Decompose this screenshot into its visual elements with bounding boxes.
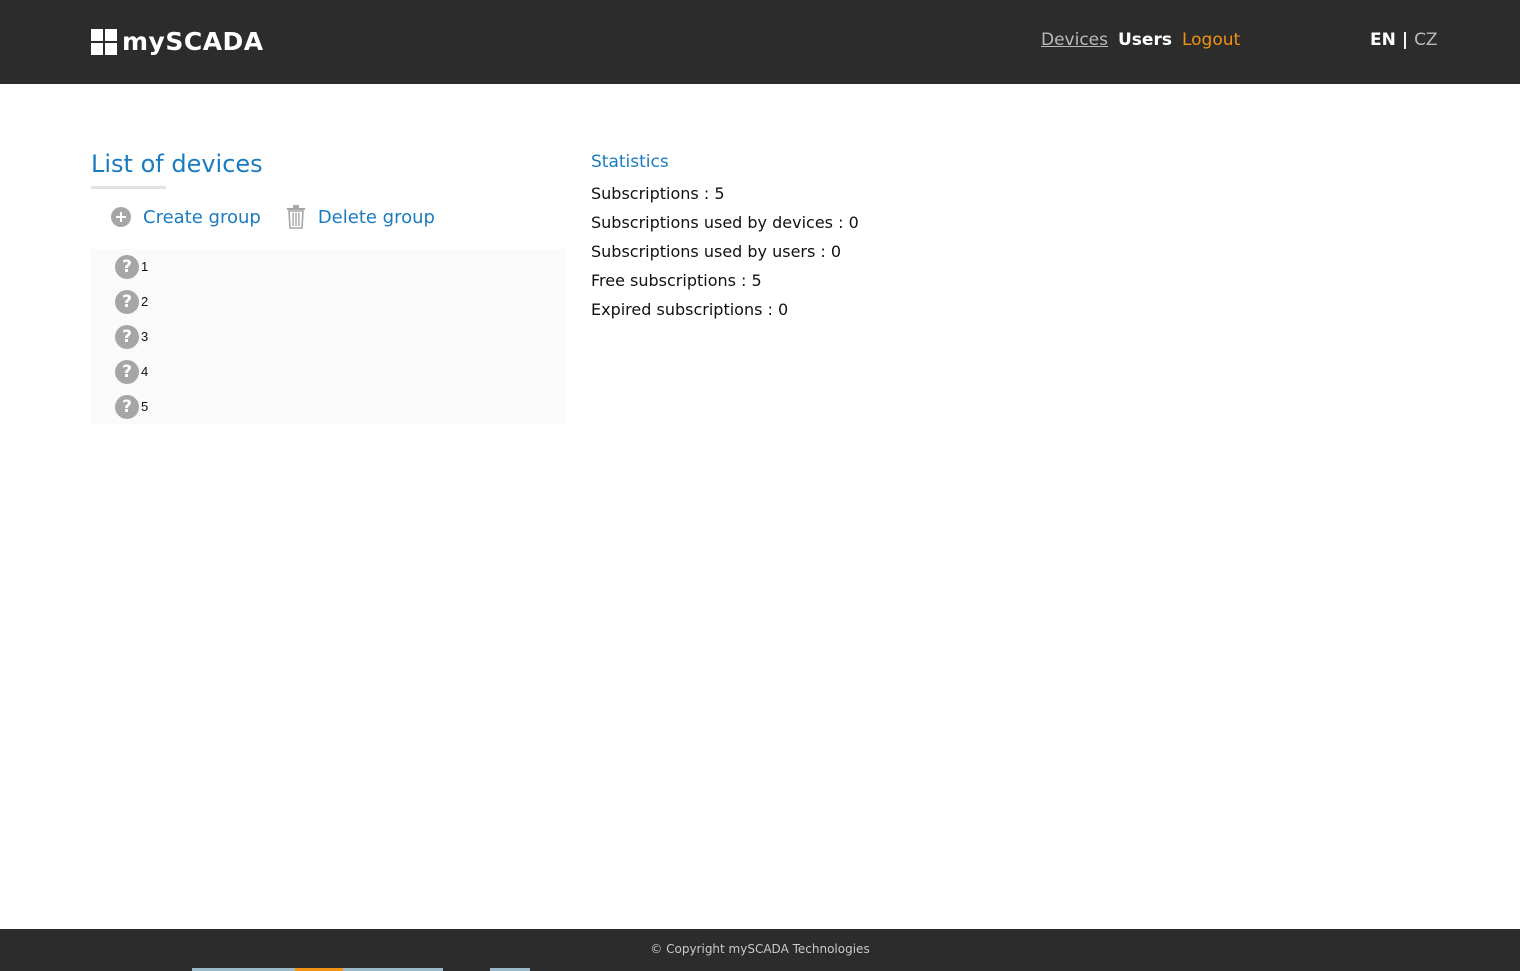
device-item-1[interactable]: ? 1	[91, 249, 566, 284]
nav-logout-link[interactable]: Logout	[1182, 29, 1240, 51]
main-nav: Devices Users Logout	[1041, 29, 1240, 51]
device-item-3[interactable]: ? 3	[91, 319, 566, 354]
create-group-label: Create group	[143, 206, 261, 228]
lang-en-link[interactable]: EN	[1370, 29, 1396, 51]
plus-circle-icon	[111, 207, 131, 227]
question-icon: ?	[115, 359, 139, 384]
group-actions: Create group Delete group	[91, 201, 566, 233]
delete-group-button[interactable]: Delete group	[286, 205, 435, 229]
devices-panel: List of devices Create group Delete grou…	[91, 148, 566, 424]
question-icon: ?	[115, 289, 139, 314]
nav-users-link[interactable]: Users	[1118, 29, 1172, 51]
stat-subscriptions: Subscriptions : 5	[591, 184, 725, 203]
device-item-5[interactable]: ? 5	[91, 389, 566, 424]
title-underline	[91, 186, 166, 189]
question-icon: ?	[115, 394, 139, 419]
nav-devices-link[interactable]: Devices	[1041, 29, 1108, 51]
device-item-2[interactable]: ? 2	[91, 284, 566, 319]
copyright-text: © Copyright mySCADA Technologies	[650, 942, 870, 956]
myscada-logo[interactable]: mySCADA	[91, 28, 264, 56]
logo-grid-icon	[91, 29, 117, 55]
device-label: 4	[141, 364, 149, 379]
language-switcher: EN | CZ	[1370, 29, 1438, 51]
trash-icon	[286, 205, 306, 229]
question-icon: ?	[115, 324, 139, 349]
stat-used-by-devices: Subscriptions used by devices : 0	[591, 213, 859, 232]
device-label: 3	[141, 329, 149, 344]
statistics-title: Statistics	[591, 152, 669, 172]
stat-expired: Expired subscriptions : 0	[591, 300, 789, 319]
question-icon: ?	[115, 254, 139, 279]
delete-group-label: Delete group	[317, 206, 435, 228]
lang-cz-link[interactable]: CZ	[1414, 29, 1438, 51]
device-label: 5	[141, 399, 149, 414]
footer: © Copyright mySCADA Technologies	[0, 929, 1520, 971]
statistics-panel: Statistics Subscriptions : 5 Subscriptio…	[591, 150, 859, 324]
lang-separator: |	[1401, 30, 1409, 50]
device-label: 2	[141, 294, 149, 309]
device-list: ? 1 ? 2 ? 3 ? 4 ? 5	[91, 249, 566, 424]
stat-free: Free subscriptions : 5	[591, 271, 762, 290]
devices-title: List of devices	[91, 150, 263, 178]
device-label: 1	[141, 259, 149, 274]
top-header: mySCADA Devices Users Logout EN | CZ	[0, 0, 1520, 84]
stat-used-by-users: Subscriptions used by users : 0	[591, 242, 842, 261]
logo-text: mySCADA	[122, 27, 264, 56]
device-item-4[interactable]: ? 4	[91, 354, 566, 389]
create-group-button[interactable]: Create group	[111, 207, 261, 228]
